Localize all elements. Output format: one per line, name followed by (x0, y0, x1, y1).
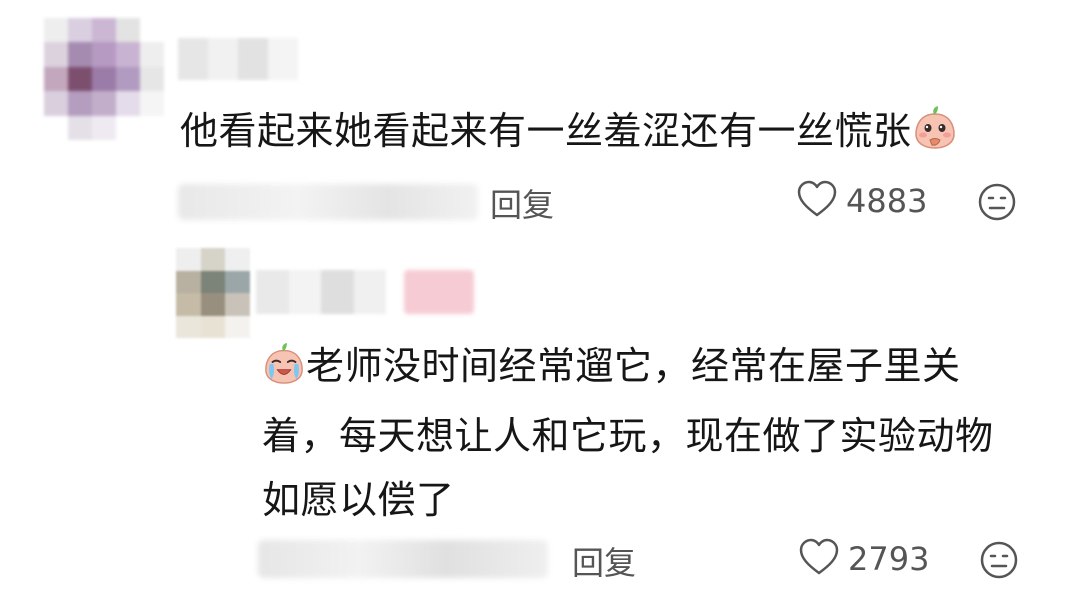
username-blurred[interactable] (178, 38, 298, 80)
comment-text: 他看起来她看起来有一丝羞涩还有一丝慌张 (180, 104, 958, 162)
reply-line-text: 老师没时间经常遛它，经常在屋子里关 (306, 344, 961, 388)
comment-body: 他看起来她看起来有一丝羞涩还有一丝慌张 (180, 109, 912, 153)
reply-line-2: 着，每天想让人和它玩，现在做了实验动物 (262, 414, 994, 458)
author-badge-blurred (404, 270, 474, 314)
heart-outline-icon (798, 538, 840, 580)
peach-crying-emoji (262, 340, 306, 404)
reply-label: 回复 (572, 544, 637, 582)
peach-shy-emoji (912, 104, 958, 162)
reply-button[interactable]: 回复 (572, 538, 636, 584)
reply-line-1: 老师没时间经常遛它，经常在屋子里关 (262, 334, 994, 404)
date-location-blurred (178, 184, 478, 220)
like-button[interactable]: 2793 (798, 538, 929, 580)
date-location-blurred (258, 540, 548, 578)
meh-face-icon (976, 183, 1018, 227)
like-count: 4883 (846, 182, 928, 220)
username-blurred[interactable] (256, 270, 386, 314)
dislike-button[interactable] (978, 539, 1020, 585)
reply-text: 老师没时间经常遛它，经常在屋子里关 着，每天想让人和它玩，现在做了实验动物 如愿… (262, 334, 994, 532)
like-button[interactable]: 4883 (796, 180, 927, 222)
reply-button[interactable]: 回复 (490, 180, 554, 226)
dislike-button[interactable] (976, 181, 1018, 227)
heart-outline-icon (796, 180, 838, 222)
meh-face-icon (978, 541, 1020, 585)
like-count: 2793 (848, 540, 930, 578)
reply-line-3: 如愿以偿了 (262, 478, 455, 522)
reply-label: 回复 (490, 186, 555, 224)
avatar-blurred[interactable] (44, 18, 164, 140)
avatar-blurred[interactable] (176, 248, 250, 338)
